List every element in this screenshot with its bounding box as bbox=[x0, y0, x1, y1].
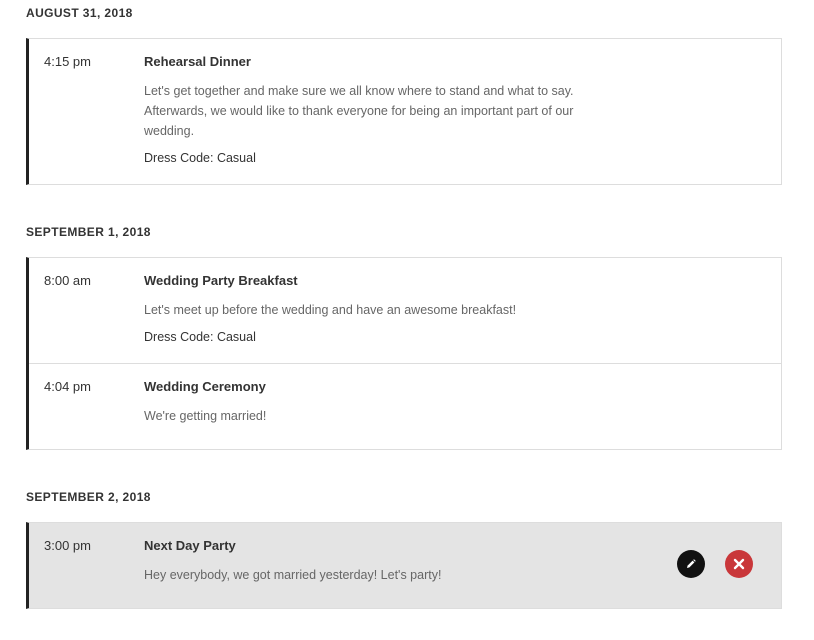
event-item[interactable]: 4:04 pm Wedding Ceremony We're getting m… bbox=[29, 363, 781, 449]
event-description: We're getting married! bbox=[144, 409, 267, 423]
event-dress-code: Dress Code: Casual bbox=[144, 151, 256, 165]
schedule: AUGUST 31, 2018 4:15 pm Rehearsal Dinner… bbox=[26, 0, 782, 609]
delete-event-button[interactable] bbox=[725, 550, 753, 578]
event-item[interactable]: 8:00 am Wedding Party Breakfast Let's me… bbox=[29, 258, 781, 363]
day-heading: SEPTEMBER 1, 2018 bbox=[26, 225, 151, 239]
event-time: 3:00 pm bbox=[44, 538, 91, 553]
day-section: SEPTEMBER 2, 2018 3:00 pm Next Day Party… bbox=[26, 484, 782, 609]
event-body: Wedding Ceremony We're getting married! bbox=[144, 379, 624, 433]
event-title: Wedding Party Breakfast bbox=[144, 273, 298, 288]
day-section: SEPTEMBER 1, 2018 8:00 am Wedding Party … bbox=[26, 219, 782, 450]
event-list: 8:00 am Wedding Party Breakfast Let's me… bbox=[26, 257, 782, 450]
event-body: Wedding Party Breakfast Let's meet up be… bbox=[144, 273, 624, 347]
event-time: 4:15 pm bbox=[44, 54, 91, 69]
event-title: Wedding Ceremony bbox=[144, 379, 266, 394]
edit-event-button[interactable] bbox=[677, 550, 705, 578]
event-item[interactable]: 3:00 pm Next Day Party Hey everybody, we… bbox=[29, 523, 781, 608]
event-dress-code: Dress Code: Casual bbox=[144, 330, 256, 344]
event-body: Next Day Party Hey everybody, we got mar… bbox=[144, 538, 624, 592]
day-heading: AUGUST 31, 2018 bbox=[26, 6, 133, 20]
pencil-icon bbox=[685, 558, 697, 570]
event-title: Rehearsal Dinner bbox=[144, 54, 251, 69]
event-list: 4:15 pm Rehearsal Dinner Let's get toget… bbox=[26, 38, 782, 185]
day-heading: SEPTEMBER 2, 2018 bbox=[26, 490, 151, 504]
day-section: AUGUST 31, 2018 4:15 pm Rehearsal Dinner… bbox=[26, 0, 782, 185]
event-body: Rehearsal Dinner Let's get together and … bbox=[144, 54, 624, 168]
event-time: 4:04 pm bbox=[44, 379, 91, 394]
event-description: Hey everybody, we got married yesterday!… bbox=[144, 568, 442, 582]
event-actions bbox=[677, 550, 753, 578]
event-time: 8:00 am bbox=[44, 273, 91, 288]
event-description: Let's meet up before the wedding and hav… bbox=[144, 303, 517, 317]
event-list: 3:00 pm Next Day Party Hey everybody, we… bbox=[26, 522, 782, 609]
event-description: Let's get together and make sure we all … bbox=[144, 84, 574, 138]
event-item[interactable]: 4:15 pm Rehearsal Dinner Let's get toget… bbox=[29, 39, 781, 184]
event-title: Next Day Party bbox=[144, 538, 236, 553]
close-icon bbox=[733, 558, 745, 570]
